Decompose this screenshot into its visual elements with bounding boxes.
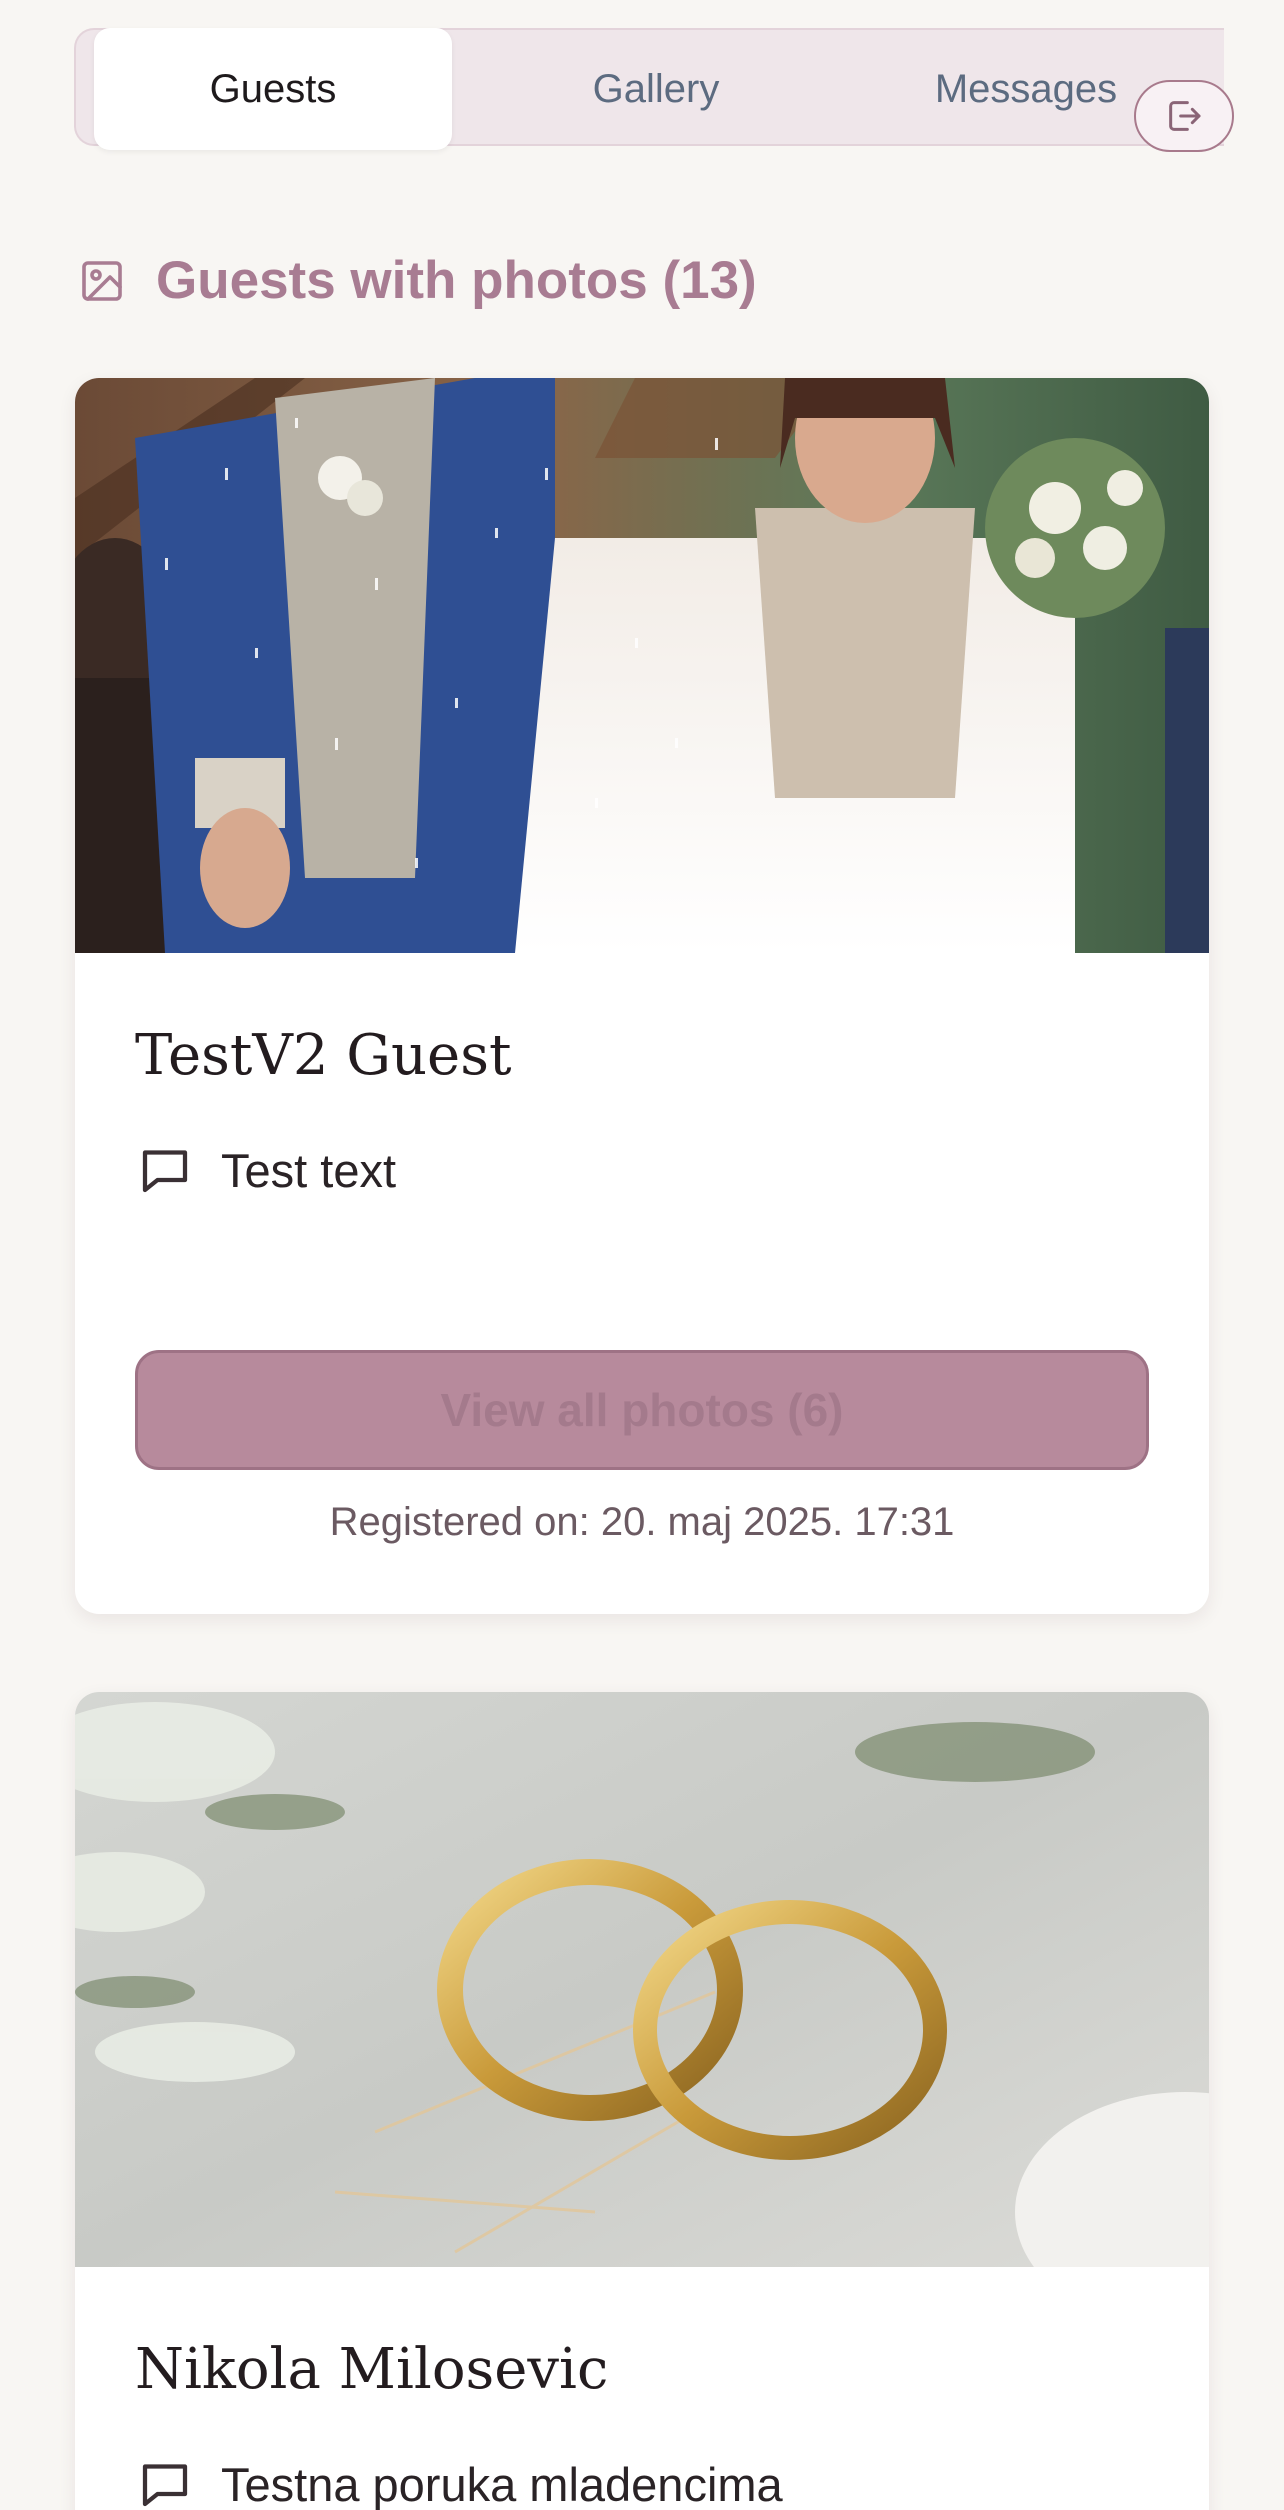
guest-message: Testna poruka mladencima xyxy=(135,2454,783,2510)
guest-name: TestV2 Guest xyxy=(135,1023,512,1088)
section-heading: Guests with photos (13) xyxy=(78,250,757,311)
guest-message: Test text xyxy=(135,1140,396,1200)
guest-cover-photo[interactable] xyxy=(75,378,1209,953)
tab-guests[interactable]: Guests xyxy=(94,28,452,150)
message-text: Testna poruka mladencima xyxy=(221,2457,783,2510)
guest-card: Nikola Milosevic Testna poruka mladencim… xyxy=(75,1692,1209,2510)
guest-card: TestV2 Guest Test text View all photos (… xyxy=(75,378,1209,1614)
wedding-couple-image xyxy=(75,378,1209,953)
tab-gallery[interactable]: Gallery xyxy=(516,28,796,150)
tab-messages[interactable]: Messages xyxy=(876,28,1176,150)
guest-cover-photo[interactable] xyxy=(75,1692,1209,2267)
message-icon xyxy=(142,1150,188,1193)
image-icon xyxy=(82,260,122,301)
section-title: Guests with photos (13) xyxy=(156,251,757,310)
message-text: Test text xyxy=(221,1143,397,1197)
tab-bar: Guests Gallery Messages xyxy=(74,28,1224,150)
wedding-rings-image xyxy=(75,1692,1209,2267)
message-icon xyxy=(142,2464,188,2507)
page: Guests Gallery Messages Guests with phot… xyxy=(0,0,1284,2510)
guest-name: Nikola Milosevic xyxy=(135,2337,609,2402)
registered-date: Registered on: 20. maj 2025. 17:31 xyxy=(329,1500,955,1544)
view-all-photos-button[interactable]: View all photos (6) xyxy=(135,1350,1149,1470)
logout-icon xyxy=(1169,101,1201,131)
logout-button[interactable] xyxy=(1134,80,1234,152)
